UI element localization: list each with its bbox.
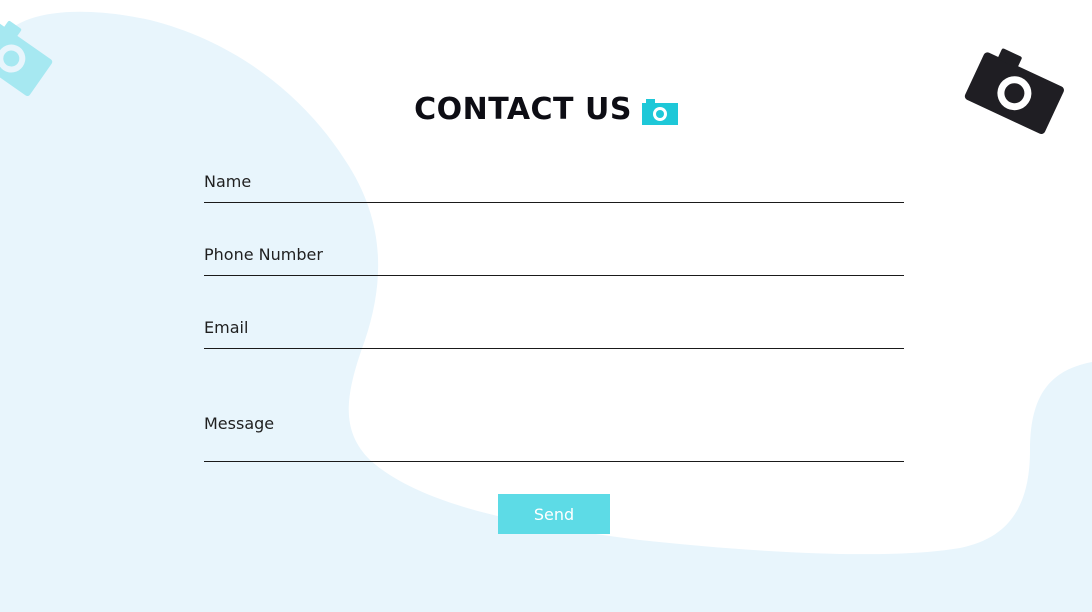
send-button[interactable]: Send <box>498 494 610 534</box>
page-title: CONTACT US <box>414 92 632 127</box>
contact-page: CONTACT US Name Phone Number Email Messa… <box>0 0 1092 612</box>
name-field[interactable]: Name <box>204 160 908 204</box>
camera-icon <box>0 20 53 97</box>
email-field[interactable]: Email <box>204 306 908 350</box>
message-field[interactable]: Message <box>204 380 908 463</box>
camera-icon <box>641 98 678 125</box>
name-input[interactable] <box>204 160 908 204</box>
phone-number-input[interactable] <box>204 233 908 277</box>
page-header: CONTACT US <box>0 92 1092 127</box>
phone-number-field[interactable]: Phone Number <box>204 233 908 277</box>
email-input[interactable] <box>204 306 908 350</box>
message-input[interactable] <box>204 380 908 463</box>
